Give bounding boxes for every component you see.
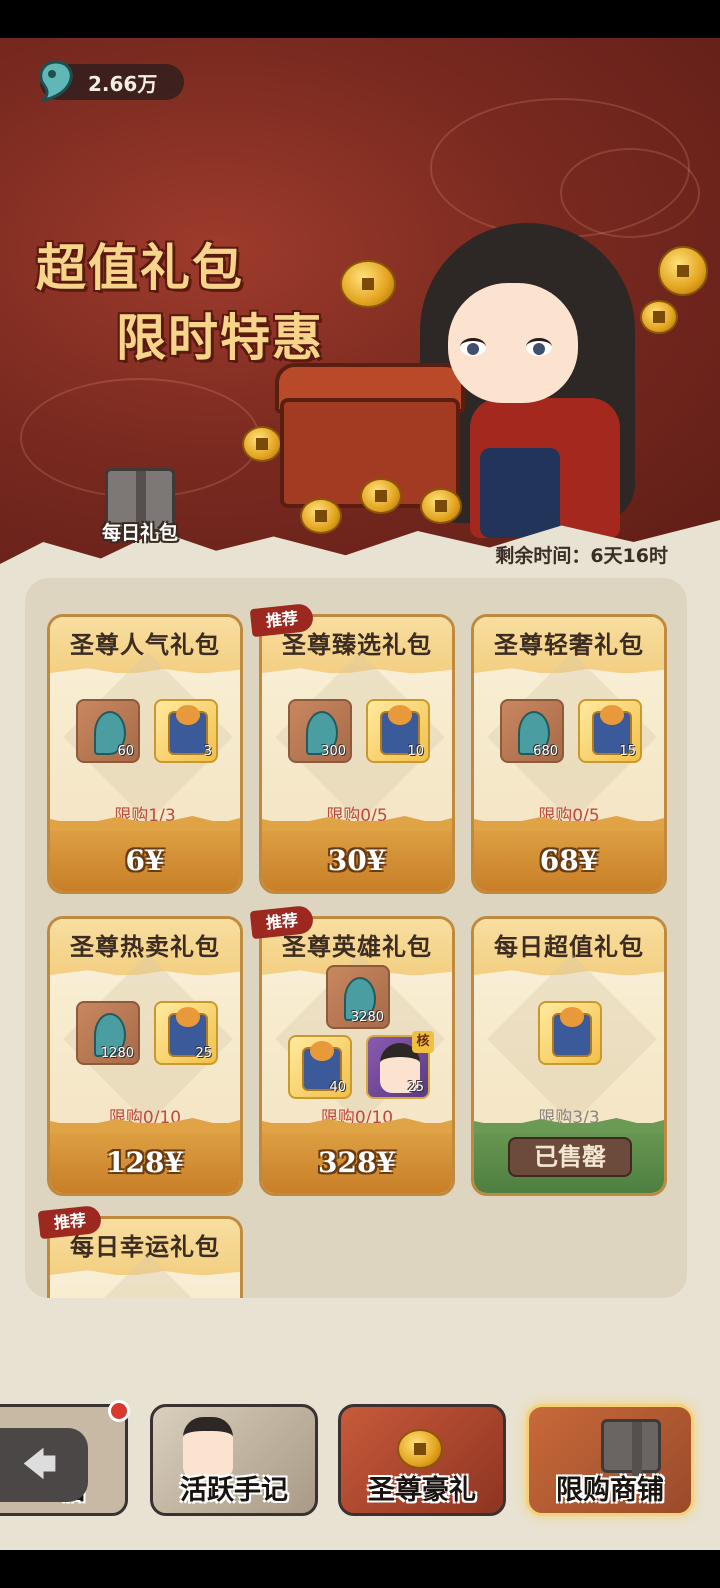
remaining-time: 剩余时间：6天16时: [495, 545, 668, 567]
item-count: 25: [407, 1080, 424, 1095]
daily-gift-button[interactable]: 每日礼包: [90, 468, 190, 558]
coin-icon: [420, 488, 462, 524]
summon-ticket-item[interactable]: 3: [154, 699, 218, 763]
gift-card[interactable]: 圣尊英雄礼包 3280 40 核 25 限购0/10 328¥: [259, 916, 455, 1196]
item-count: 1280: [100, 1046, 134, 1061]
item-count: 15: [619, 744, 636, 759]
notification-badge: [108, 1400, 130, 1422]
nav-tab-active-log[interactable]: 活跃手记: [150, 1404, 318, 1516]
spirit-gem-item[interactable]: 60: [76, 699, 140, 763]
back-arrow-icon: 🡄: [22, 1445, 58, 1485]
summon-ticket-item[interactable]: 25: [154, 1001, 218, 1065]
gift-box-icon: [601, 1419, 661, 1480]
gift-card[interactable]: 圣尊热卖礼包 1280 25 限购0/10 128¥: [47, 916, 243, 1196]
price-button[interactable]: 328¥: [262, 1146, 452, 1179]
price-button[interactable]: 6¥: [50, 844, 240, 877]
spirit-gem-icon: [39, 60, 73, 103]
price-bar[interactable]: 128¥: [50, 1123, 240, 1193]
hero-core-tag: 核: [412, 1031, 434, 1053]
coin-icon: [300, 498, 342, 534]
nav-tab-label: 圣尊豪礼: [368, 1475, 476, 1506]
item-count: 25: [195, 1046, 212, 1061]
coin-icon: [340, 260, 396, 308]
price-bar[interactable]: 328¥: [262, 1123, 452, 1193]
price-bar[interactable]: 30¥: [262, 821, 452, 891]
character-eye: [460, 338, 486, 356]
daily-gift-label: 每日礼包: [101, 522, 178, 544]
item-count: 40: [329, 1080, 346, 1095]
summon-ticket-item[interactable]: [538, 1001, 602, 1065]
currency-amount: 2.66万: [88, 71, 158, 96]
gift-card[interactable]: 每日超值礼包 限购3/3 已售罄: [471, 916, 667, 1196]
nav-tab-label: 限购商铺: [556, 1475, 664, 1506]
banner-slogan-line1: 超值礼包: [36, 238, 244, 297]
spirit-gem-item[interactable]: 300: [288, 699, 352, 763]
bottom-nav: 临 活跃手记 圣尊豪礼 限购商铺 🡄: [0, 1378, 720, 1538]
banner-swirl: [560, 148, 700, 238]
currency-display[interactable]: 2.66万: [39, 60, 184, 103]
character-face: [448, 283, 578, 403]
summon-ticket-item[interactable]: 10: [366, 699, 430, 763]
item-count: 680: [533, 744, 558, 759]
item-count: 60: [117, 744, 134, 759]
character-eye: [526, 338, 552, 356]
back-button[interactable]: 🡄: [0, 1428, 88, 1502]
price-button[interactable]: 68¥: [474, 844, 664, 877]
coin-icon: [658, 246, 708, 296]
character-skirt: [480, 448, 560, 538]
game-shop-screen: 超值礼包 限时特惠 2.66万 每日礼包 剩余时间：6天16时 圣尊人气礼包 6…: [0, 38, 720, 1550]
price-bar[interactable]: 68¥: [474, 821, 664, 891]
spirit-gem-item[interactable]: 3280: [326, 965, 390, 1029]
sold-out-button: 已售罄: [508, 1137, 632, 1177]
gift-card[interactable]: 圣尊轻奢礼包 680 15 限购0/5 68¥: [471, 614, 667, 894]
coin-icon: [242, 426, 282, 462]
gift-card[interactable]: 圣尊臻选礼包 300 10 限购0/5 30¥: [259, 614, 455, 894]
item-count: 3280: [350, 1010, 384, 1025]
hero-item[interactable]: 核 25: [366, 1031, 434, 1099]
price-bar[interactable]: 6¥: [50, 821, 240, 891]
summon-ticket-item[interactable]: 15: [578, 699, 642, 763]
banner-slogan-line2: 限时特惠: [116, 308, 324, 367]
spirit-gem-item[interactable]: 680: [500, 699, 564, 763]
price-button[interactable]: 128¥: [50, 1146, 240, 1179]
gift-pack-panel[interactable]: 圣尊人气礼包 60 3 限购1/3 6¥ 推荐 圣尊臻选礼包 300 10 限购…: [25, 578, 687, 1298]
sold-out-bar: 已售罄: [474, 1123, 664, 1193]
nav-tab-limited-shop[interactable]: 限购商铺: [526, 1404, 694, 1516]
summon-ticket-icon: [552, 1007, 592, 1057]
item-count: 10: [407, 744, 424, 759]
spirit-gem-item[interactable]: 1280: [76, 1001, 140, 1065]
coin-icon: [640, 300, 678, 334]
item-count: 300: [321, 744, 346, 759]
coin-icon: [397, 1429, 443, 1469]
price-button[interactable]: 30¥: [262, 844, 452, 877]
nav-tab-supreme-gift[interactable]: 圣尊豪礼: [338, 1404, 506, 1516]
nav-tab-label: 活跃手记: [180, 1475, 288, 1506]
item-count: 3: [203, 744, 212, 759]
coin-icon: [360, 478, 402, 514]
gift-card[interactable]: 圣尊人气礼包 60 3 限购1/3 6¥: [47, 614, 243, 894]
summon-ticket-icon: [168, 705, 208, 755]
summon-ticket-item[interactable]: 40: [288, 1035, 352, 1099]
